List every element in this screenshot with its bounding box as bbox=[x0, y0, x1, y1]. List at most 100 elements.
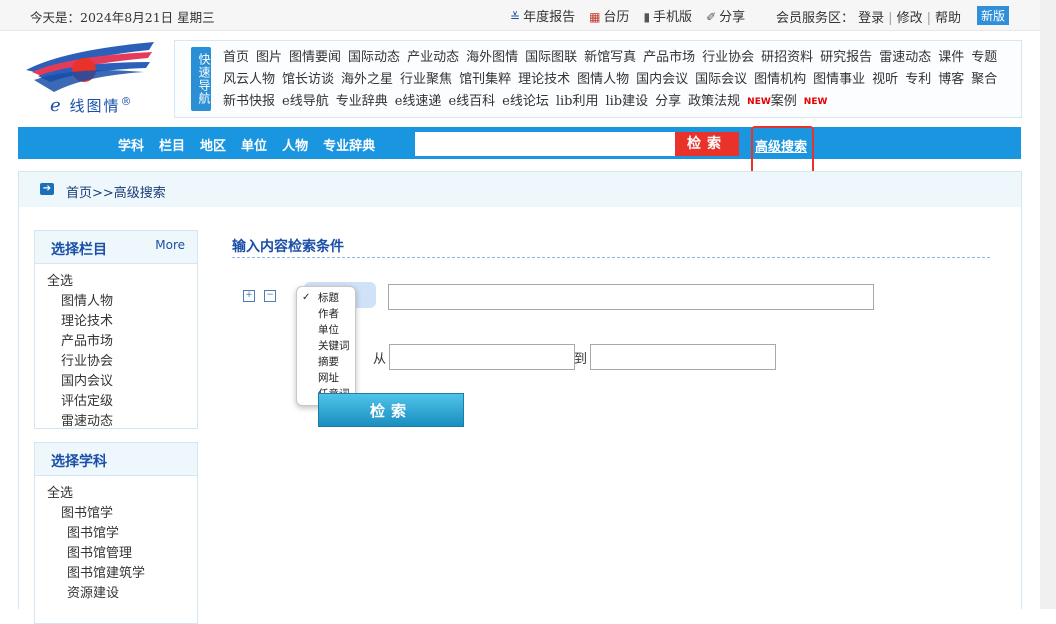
title-divider bbox=[232, 257, 990, 258]
field-option[interactable]: 单位 bbox=[297, 322, 355, 338]
quick-nav-link[interactable]: 海外之星 bbox=[341, 72, 393, 87]
select-all-subjects[interactable]: 全选 bbox=[47, 484, 197, 504]
date-from-input[interactable] bbox=[389, 344, 575, 370]
quick-nav-link[interactable]: 国际会议 bbox=[695, 72, 747, 87]
quick-nav-link[interactable]: 专题 bbox=[971, 50, 997, 65]
scrollbar[interactable] bbox=[1040, 0, 1056, 609]
column-item[interactable]: 理论技术 bbox=[47, 312, 197, 332]
column-item[interactable]: 国内会议 bbox=[47, 372, 197, 392]
member-area: 会员服务区： 登录 | 修改 | 帮助 bbox=[776, 7, 961, 26]
quick-nav-link[interactable]: 产品市场 bbox=[643, 50, 695, 65]
from-label: 从 bbox=[373, 352, 387, 367]
quick-nav-link[interactable]: 产业动态 bbox=[407, 50, 459, 65]
login-link[interactable]: 登录 bbox=[858, 11, 884, 26]
more-link[interactable]: More bbox=[155, 238, 185, 252]
quick-nav-link[interactable]: 研究报告 bbox=[820, 50, 872, 65]
top-bar: 今天是：2024年8月21日 星期三 ≚ 年度报告 ▦ 台历 ▮ 手机版 ✐ 分享 会员… bbox=[0, 0, 1040, 31]
quick-nav-link[interactable]: 专业辞典 bbox=[336, 94, 388, 109]
column-item[interactable]: 行业协会 bbox=[47, 352, 197, 372]
quick-nav-link[interactable]: 图情事业 bbox=[813, 72, 865, 87]
quick-nav-link[interactable]: 理论技术 bbox=[518, 72, 570, 87]
quick-nav-link[interactable]: e线论坛 bbox=[502, 94, 549, 109]
quick-nav-link[interactable]: lib建设 bbox=[605, 94, 648, 109]
quick-nav-link[interactable]: e线百科 bbox=[448, 94, 495, 109]
member-label: 会员服务区： bbox=[776, 11, 855, 26]
quick-nav-link[interactable]: 案例 bbox=[771, 94, 797, 109]
mobile-link[interactable]: ▮ 手机版 bbox=[643, 6, 692, 25]
share-link[interactable]: ✐ 分享 bbox=[706, 6, 745, 25]
quick-nav-link[interactable]: 馆刊集粹 bbox=[459, 72, 511, 87]
quick-nav-link[interactable]: 政策法规 bbox=[688, 94, 740, 109]
quick-nav-link[interactable]: lib利用 bbox=[556, 94, 599, 109]
quick-nav-link[interactable]: 博客 bbox=[938, 72, 964, 87]
nav-item[interactable]: 专业辞典 bbox=[323, 135, 375, 154]
quick-nav-link[interactable]: 行业协会 bbox=[702, 50, 754, 65]
subject-item[interactable]: 图书馆建筑学 bbox=[47, 564, 197, 584]
quick-nav-link[interactable]: 研招资料 bbox=[761, 50, 813, 65]
column-item[interactable]: 评估定级 bbox=[47, 392, 197, 412]
nav-item[interactable]: 栏目 bbox=[159, 135, 185, 154]
main-nav-bar: 学科 栏目 地区 单位 人物 专业辞典 检索 高级搜索 bbox=[18, 127, 1021, 159]
quick-nav-link[interactable]: 风云人物 bbox=[223, 72, 275, 87]
quick-nav-link[interactable]: 图情要闻 bbox=[289, 50, 341, 65]
field-option[interactable]: 关键词 bbox=[297, 338, 355, 354]
field-option-label: 关键词 bbox=[318, 340, 350, 352]
search-input[interactable] bbox=[415, 132, 679, 156]
field-option[interactable]: 摘要 bbox=[297, 354, 355, 370]
nav-item[interactable]: 地区 bbox=[200, 135, 226, 154]
quick-nav-link[interactable]: 新馆写真 bbox=[584, 50, 636, 65]
field-dropdown: ✓标题作者单位关键词摘要网址任意词 bbox=[296, 286, 356, 406]
top-links: ≚ 年度报告 ▦ 台历 ▮ 手机版 ✐ 分享 bbox=[510, 6, 759, 25]
quick-nav-link[interactable]: 国际图联 bbox=[525, 50, 577, 65]
phone-icon: ▮ bbox=[643, 10, 651, 24]
help-link[interactable]: 帮助 bbox=[935, 11, 961, 26]
quick-nav-link[interactable]: 国内会议 bbox=[636, 72, 688, 87]
quick-nav-link[interactable]: 雷速动态 bbox=[879, 50, 931, 65]
subject-group[interactable]: 图书馆学 bbox=[47, 504, 197, 524]
select-all-columns[interactable]: 全选 bbox=[47, 272, 197, 292]
quick-nav-link[interactable]: 首页 bbox=[223, 50, 249, 65]
quick-nav-link[interactable]: 图片 bbox=[256, 50, 282, 65]
subject-item[interactable]: 图书馆管理 bbox=[47, 544, 197, 564]
breadcrumb[interactable]: 首页>>高级搜索 bbox=[66, 182, 166, 201]
quick-nav-link[interactable]: 专利 bbox=[905, 72, 931, 87]
logo-text: e 线图情® bbox=[50, 95, 134, 116]
calendar-link[interactable]: ▦ 台历 bbox=[589, 6, 629, 25]
nav-item[interactable]: 单位 bbox=[241, 135, 267, 154]
column-item[interactable]: 图情人物 bbox=[47, 292, 197, 312]
subject-item[interactable]: 图书馆学 bbox=[47, 524, 197, 544]
field-option-label: 标题 bbox=[318, 292, 339, 304]
quick-nav-link[interactable]: 国际动态 bbox=[348, 50, 400, 65]
remove-row-icon[interactable]: − bbox=[264, 290, 276, 302]
add-row-icon[interactable]: + bbox=[243, 290, 255, 302]
advanced-search-button[interactable]: 检索 bbox=[318, 393, 464, 427]
modify-link[interactable]: 修改 bbox=[897, 11, 923, 26]
quick-nav-link[interactable]: 聚合 bbox=[971, 72, 997, 87]
keyword-input[interactable] bbox=[388, 284, 874, 310]
column-item[interactable]: 产品市场 bbox=[47, 332, 197, 352]
annual-report-link[interactable]: ≚ 年度报告 bbox=[510, 6, 575, 25]
quick-nav-link[interactable]: e线速递 bbox=[395, 94, 442, 109]
quick-nav-link[interactable]: 行业聚焦 bbox=[400, 72, 452, 87]
quick-nav-link[interactable]: 海外图情 bbox=[466, 50, 518, 65]
search-button[interactable]: 检索 bbox=[675, 132, 739, 156]
field-option[interactable]: ✓ 标题 bbox=[297, 290, 355, 306]
nav-item[interactable]: 学科 bbox=[118, 135, 144, 154]
field-option[interactable]: 网址 bbox=[297, 370, 355, 386]
quick-nav-link[interactable]: e线导航 bbox=[282, 94, 329, 109]
column-panel-title: 选择栏目 bbox=[51, 242, 107, 258]
column-list: 全选 图情人物 理论技术 产品市场 行业协会 国内会议 评估定级 雷速动态 bbox=[35, 264, 197, 428]
date-to-input[interactable] bbox=[590, 344, 776, 370]
quick-nav-link[interactable]: 分享 bbox=[655, 94, 681, 109]
column-item[interactable]: 雷速动态 bbox=[47, 412, 197, 428]
quick-nav-link[interactable]: 图情人物 bbox=[577, 72, 629, 87]
quick-nav-link[interactable]: 图情机构 bbox=[754, 72, 806, 87]
quick-nav-link[interactable]: 新书快报 bbox=[223, 94, 275, 109]
subject-item[interactable]: 资源建设 bbox=[47, 584, 197, 604]
quick-nav-link[interactable]: 馆长访谈 bbox=[282, 72, 334, 87]
new-version-badge[interactable]: 新版 bbox=[977, 6, 1010, 25]
nav-item[interactable]: 人物 bbox=[282, 135, 308, 154]
quick-nav-link[interactable]: 课件 bbox=[938, 50, 964, 65]
field-option[interactable]: 作者 bbox=[297, 306, 355, 322]
quick-nav-link[interactable]: 视听 bbox=[872, 72, 898, 87]
